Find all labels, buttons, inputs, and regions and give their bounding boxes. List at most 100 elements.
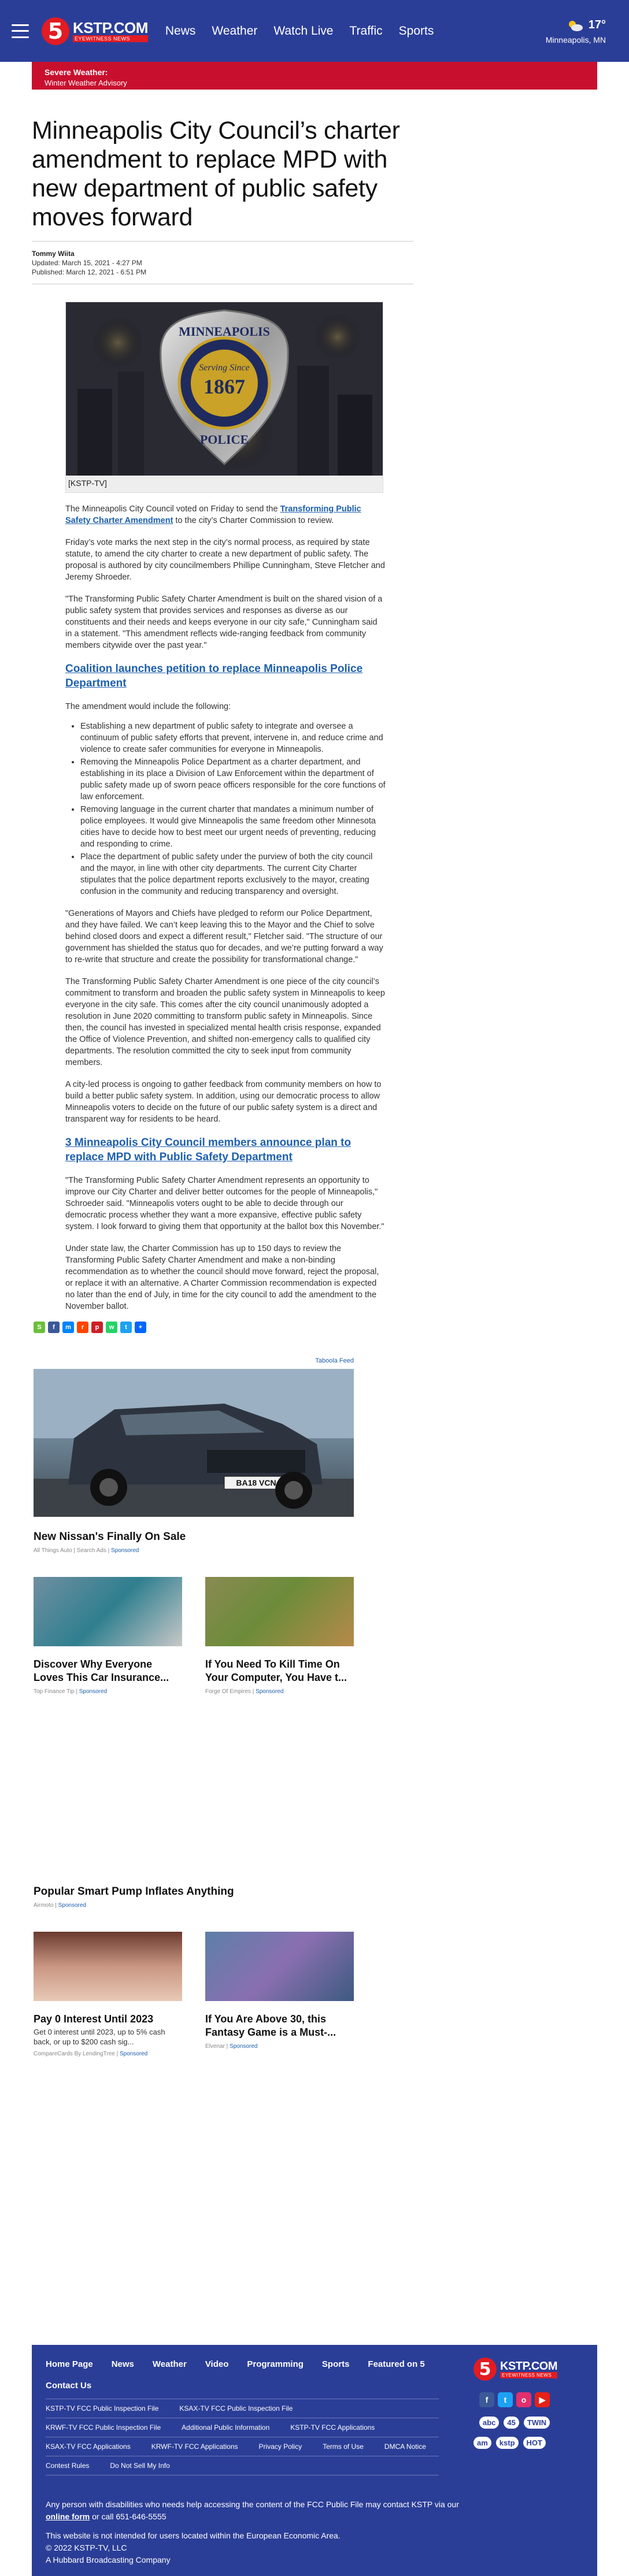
nav-weather[interactable]: Weather [212, 24, 257, 38]
online-form-link[interactable]: online form [46, 2512, 90, 2521]
site-footer: Home Page News Weather Video Programming… [32, 2345, 597, 2576]
footer-nav-programming[interactable]: Programming [247, 2359, 304, 2369]
ad-source: Forge Of Empires | Sponsored [205, 1688, 354, 1695]
article: Minneapolis City Council’s charter amend… [32, 116, 413, 1312]
ad-source-name: Top Finance Tip | [34, 1688, 77, 1695]
weather-widget[interactable]: 17° Minneapolis, MN [546, 18, 606, 44]
related-link-heading: 3 Minneapolis City Council members annou… [65, 1135, 386, 1164]
footer-link[interactable]: Terms of Use [323, 2443, 364, 2451]
site-header: 5 KSTP.COM EYEWITNESS NEWS News Weather … [0, 0, 629, 62]
footer-legal: Any person with disabilities who needs h… [46, 2499, 462, 2566]
nissan-ad-image[interactable]: BA18 VCN [34, 1369, 354, 1517]
ad-title[interactable]: New Nissan's Finally On Sale [34, 1531, 354, 1543]
share-button[interactable]: f [48, 1322, 60, 1333]
article-photo[interactable]: MINNEAPOLIS Serving Since 1867 POLICE [K… [65, 302, 383, 493]
social-icon[interactable]: o [516, 2392, 531, 2407]
ad-title[interactable]: Popular Smart Pump Inflates Anything [34, 1885, 354, 1898]
ad-card[interactable]: Pay 0 Interest Until 2023 Get 0 interest… [34, 1932, 182, 2057]
badge-year-text: 1867 [204, 375, 245, 398]
social-icon[interactable]: f [479, 2392, 494, 2407]
share-button[interactable]: t [120, 1322, 132, 1333]
coalition-petition-link[interactable]: Coalition launches petition to replace M… [65, 663, 362, 689]
nav-watch-live[interactable]: Watch Live [273, 24, 333, 38]
sponsored-label[interactable]: Sponsored [256, 1688, 283, 1695]
share-button[interactable]: + [135, 1322, 146, 1333]
footer-link[interactable]: Contest Rules [46, 2462, 89, 2470]
share-button[interactable]: r [77, 1322, 88, 1333]
footer-contact[interactable]: Contact Us [46, 2381, 439, 2399]
share-button[interactable]: p [91, 1322, 103, 1333]
severe-weather-alert[interactable]: Severe Weather: Winter Weather Advisory [32, 62, 597, 90]
ad-card[interactable]: If You Need To Kill Time On Your Compute… [205, 1577, 354, 1695]
footer-nav-news[interactable]: News [112, 2359, 134, 2369]
social-icon[interactable]: t [498, 2392, 513, 2407]
footer-link[interactable]: KRWF-TV FCC Applications [151, 2443, 238, 2451]
ad-source-name: Elvenar | [205, 2043, 228, 2050]
paragraph: "The Transforming Public Safety Charter … [65, 1176, 384, 1231]
paragraph: Friday’s vote marks the next step in the… [65, 538, 385, 582]
footer-link[interactable]: Additional Public Information [182, 2423, 269, 2432]
brand-logo[interactable]: 45 [504, 2417, 519, 2429]
brand-logo[interactable]: kstp [495, 2437, 519, 2449]
nav-sports[interactable]: Sports [399, 24, 434, 38]
nav-traffic[interactable]: Traffic [349, 24, 382, 38]
share-button[interactable]: S [34, 1322, 45, 1333]
footer-link[interactable]: KSTP-TV FCC Applications [290, 2423, 375, 2432]
footer-link[interactable]: KSAX-TV FCC Public Inspection File [179, 2404, 293, 2412]
footer-link[interactable]: DMCA Notice [384, 2443, 426, 2451]
footer-nav-featured[interactable]: Featured on 5 [368, 2359, 424, 2369]
footer-link[interactable]: Do Not Sell My Info [110, 2462, 169, 2470]
social-icon[interactable]: ▶ [535, 2392, 550, 2407]
ad-card[interactable]: Discover Why Everyone Loves This Car Ins… [34, 1577, 182, 1695]
company-name: A Hubbard Broadcasting Company [46, 2555, 171, 2564]
sponsored-feed: BA18 VCN New Nissan's Finally On Sale Al… [34, 1369, 354, 2057]
footer-link[interactable]: Privacy Policy [259, 2443, 302, 2451]
brand-logo[interactable]: abc [479, 2417, 500, 2429]
menu-icon[interactable] [12, 24, 29, 38]
footer-link[interactable]: KSTP-TV FCC Public Inspection File [46, 2404, 158, 2412]
sponsored-label[interactable]: Sponsored [120, 2051, 147, 2057]
paragraph: "The Transforming Public Safety Charter … [65, 595, 383, 650]
sponsored-label[interactable]: Sponsored [230, 2043, 257, 2050]
ad-card[interactable]: If You Are Above 30, this Fantasy Game i… [205, 1932, 354, 2057]
sponsored-label[interactable]: Sponsored [79, 1688, 107, 1695]
footer-links: KSTP-TV FCC Public Inspection File KSAX-T… [46, 2399, 439, 2475]
ad-source: Airmoto | Sponsored [34, 1902, 354, 1909]
brand-logo[interactable]: HOT [523, 2437, 546, 2449]
site-logo[interactable]: 5 KSTP.COM EYEWITNESS NEWS [42, 17, 148, 45]
partly-cloudy-icon [568, 20, 583, 31]
footer-logo[interactable]: 5 KSTP.COM EYEWITNESS NEWS [473, 2358, 578, 2381]
taboola-feed-label[interactable]: Taboola Feed [34, 1357, 354, 1364]
ad-card-title: Pay 0 Interest Until 2023 [34, 2013, 154, 2025]
article-body: The Minneapolis City Council voted on Fr… [65, 503, 386, 1312]
game-village-image [205, 1577, 354, 1646]
license-plate-text: BA18 VCN [236, 1478, 276, 1487]
footer-nav-sports[interactable]: Sports [322, 2359, 350, 2369]
main-nav: News Weather Watch Live Traffic Sports [165, 24, 434, 38]
share-button[interactable]: w [106, 1322, 117, 1333]
sponsored-label[interactable]: Sponsored [58, 1902, 86, 1909]
council-plan-link[interactable]: 3 Minneapolis City Council members annou… [65, 1137, 351, 1163]
article-title: Minneapolis City Council’s charter amend… [32, 117, 400, 231]
sponsored-label[interactable]: Sponsored [111, 1547, 139, 1554]
paragraph: A city-led process is ongoing to gather … [65, 1080, 382, 1124]
woman-portrait-image [34, 1932, 182, 2001]
brand-logos-row: abc 45 TWIN [479, 2417, 578, 2429]
footer-link[interactable]: KSAX-TV FCC Applications [46, 2443, 131, 2451]
eu-notice: This website is not intended for users l… [46, 2531, 341, 2540]
police-badge-image: MINNEAPOLIS Serving Since 1867 POLICE [66, 302, 383, 476]
copyright: © 2022 KSTP-TV, LLC [46, 2543, 127, 2552]
share-button[interactable]: m [62, 1322, 74, 1333]
fcc-notice: Any person with disabilities who needs h… [46, 2499, 462, 2523]
weather-temp: 17° [588, 18, 606, 31]
footer-nav-home[interactable]: Home Page [46, 2359, 93, 2369]
footer-link[interactable]: KRWF-TV FCC Public Inspection File [46, 2423, 161, 2432]
footer-nav-video[interactable]: Video [205, 2359, 229, 2369]
paragraph: The Minneapolis City Council voted on Fr… [65, 503, 386, 526]
brand-logo[interactable]: am [473, 2437, 491, 2449]
nav-news[interactable]: News [165, 24, 196, 38]
ad-source-name: Forge Of Empires | [205, 1688, 254, 1695]
social-links: f t o ▶ [479, 2392, 578, 2407]
brand-logo[interactable]: TWIN [523, 2417, 550, 2429]
footer-nav-weather[interactable]: Weather [153, 2359, 187, 2369]
